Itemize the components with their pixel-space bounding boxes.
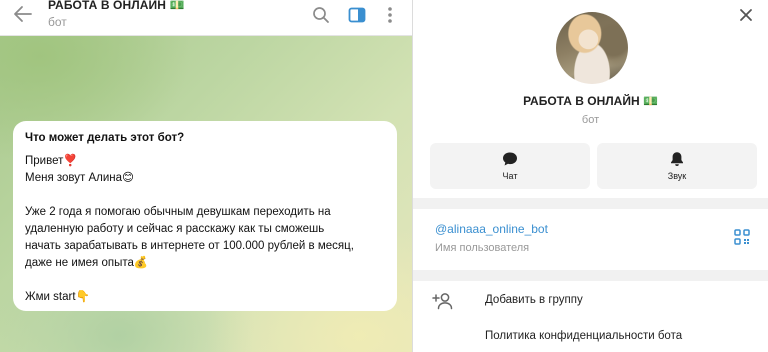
sound-action-label: Звук	[667, 171, 687, 181]
bubble-line: Жми start👇	[25, 291, 90, 303]
profile-name: РАБОТА В ОНЛАЙН 💵	[523, 94, 658, 108]
info-pane: РАБОТА В ОНЛАЙН 💵 бот Чат Звук @alinaaa_…	[413, 0, 768, 352]
close-icon	[740, 9, 752, 21]
more-vertical-icon	[388, 7, 392, 23]
toggle-panel-icon	[348, 7, 366, 23]
chat-bubble-icon	[503, 152, 517, 166]
add-to-group-label: Добавить в группу	[485, 294, 583, 306]
privacy-policy-item[interactable]: Политика конфиденциальности бота	[413, 322, 768, 352]
bubble-line: Меня зовут Алина😊	[25, 172, 135, 184]
profile-subtitle: бот	[581, 114, 600, 126]
section-separator	[413, 198, 768, 209]
bubble-line: Уже 2 года я помогаю обычным девушкам пе…	[25, 206, 331, 218]
back-button[interactable]	[10, 2, 36, 26]
bubble-line: Привет❣️	[25, 155, 78, 167]
bell-icon	[671, 152, 683, 166]
search-button[interactable]	[310, 4, 332, 26]
username-caption: Имя пользователя	[435, 242, 530, 254]
qr-code-button[interactable]	[731, 226, 753, 248]
back-arrow-icon	[14, 6, 32, 22]
username-link[interactable]: @alinaaa_online_bot	[435, 222, 548, 236]
add-user-icon	[431, 291, 455, 311]
bubble-line: даже не имея опыта💰	[25, 257, 149, 269]
chat-subtitle: бот	[48, 15, 67, 29]
more-menu-button[interactable]	[380, 4, 400, 26]
bubble-spacer	[25, 187, 385, 204]
add-to-group-item[interactable]: Добавить в группу	[413, 286, 768, 316]
chat-action-label: Чат	[502, 171, 518, 181]
search-icon	[313, 7, 329, 23]
chat-header: РАБОТА В ОНЛАЙН 💵 бот	[0, 0, 412, 36]
bubble-spacer	[25, 272, 385, 289]
section-separator	[413, 270, 768, 281]
close-button[interactable]	[735, 4, 757, 26]
chat-title[interactable]: РАБОТА В ОНЛАЙН 💵	[48, 0, 185, 12]
avatar[interactable]	[556, 12, 628, 84]
privacy-policy-label: Политика конфиденциальности бота	[485, 330, 683, 342]
bubble-line: удаленную работу и сейчас я расскажу как…	[25, 223, 325, 235]
bot-description-bubble: Что может делать этот бот? Привет❣️ Меня…	[13, 121, 397, 311]
bubble-line: начать зарабатывать в интернете от 100.0…	[25, 240, 354, 252]
sound-action-button[interactable]: Звук	[597, 143, 757, 189]
toggle-info-panel-button[interactable]	[346, 4, 368, 26]
qr-code-icon	[734, 229, 750, 245]
chat-action-button[interactable]: Чат	[430, 143, 590, 189]
bubble-title: Что может делать этот бот?	[25, 132, 185, 144]
chat-pane: РАБОТА В ОНЛАЙН 💵 бот Что может делать э…	[0, 0, 412, 352]
